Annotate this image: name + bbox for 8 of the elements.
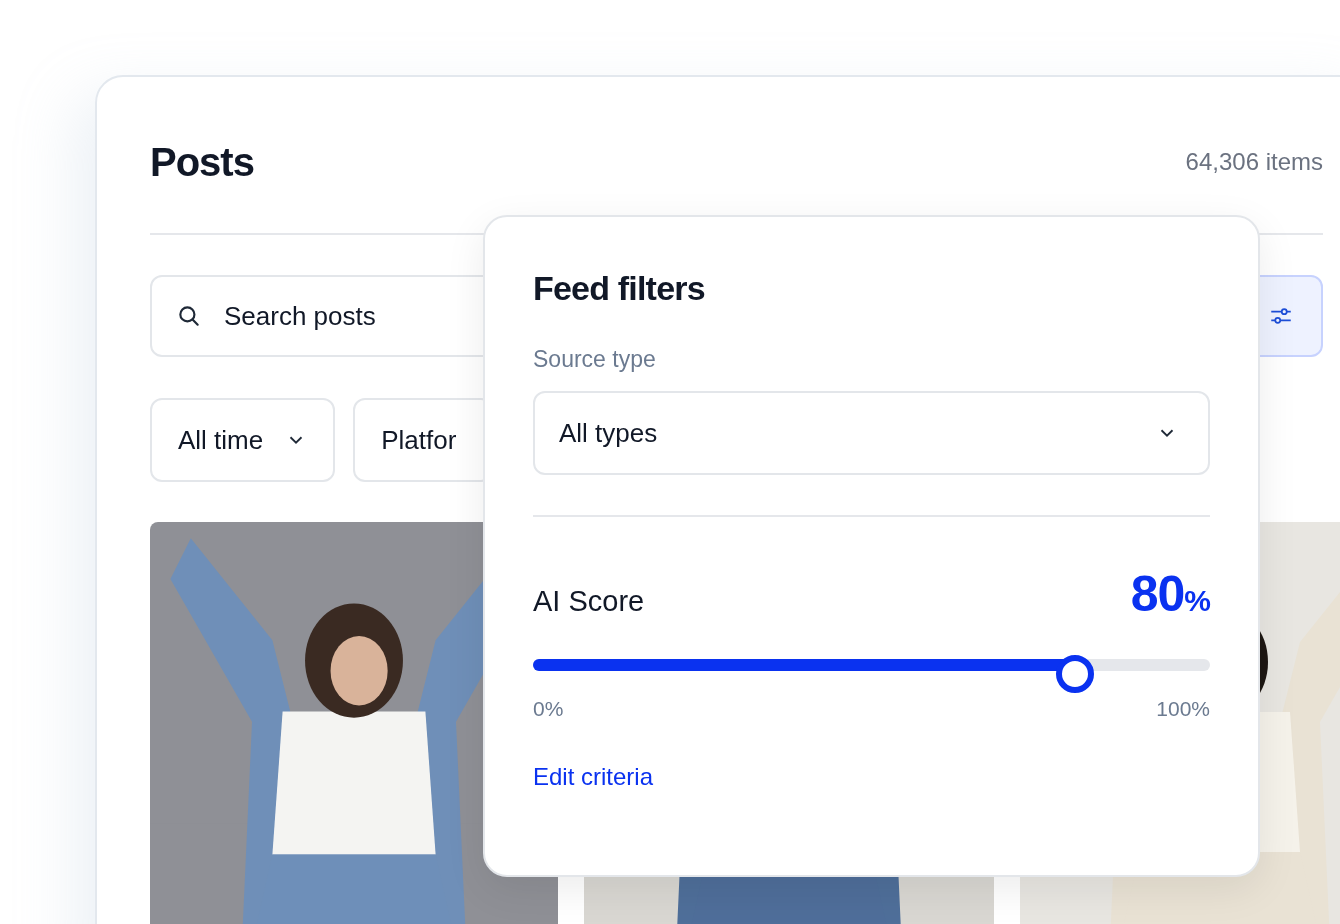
max-label: 100% <box>1156 697 1210 721</box>
score-label: AI Score <box>533 585 645 618</box>
popover-title: Feed filters <box>533 269 706 308</box>
page-title: Posts <box>150 139 254 185</box>
score-value: 80% <box>1130 565 1210 623</box>
min-label: 0% <box>533 697 564 721</box>
field-label: Source type <box>533 346 657 373</box>
item-count: 64,306 items <box>1185 148 1323 176</box>
